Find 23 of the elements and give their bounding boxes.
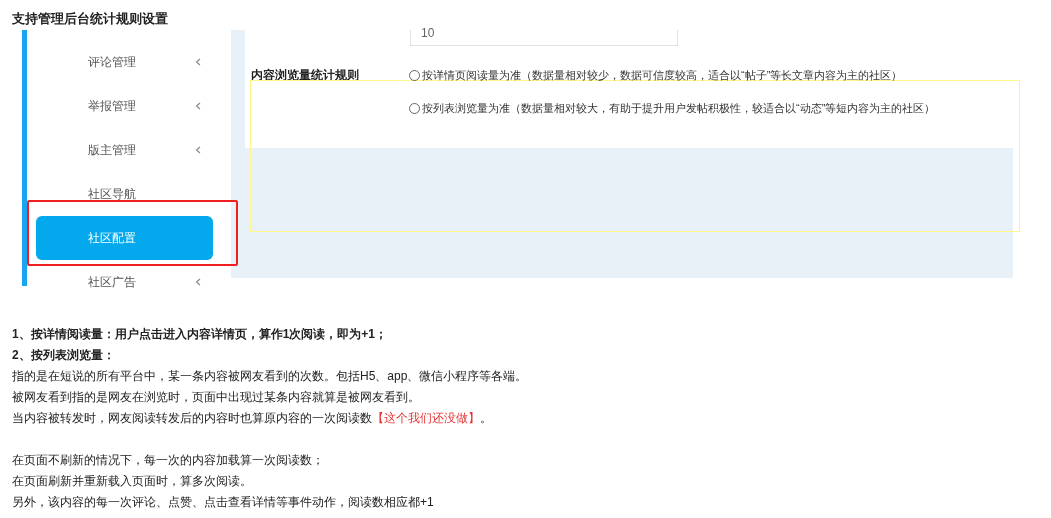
chevron-left-icon xyxy=(195,278,201,286)
note-line: 被网友看到指的是网友在浏览时，页面中出现过某条内容就算是被网友看到。 xyxy=(12,389,421,406)
note-line: 在页面刷新并重新载入页面时，算多次阅读。 xyxy=(12,473,253,490)
threshold-input[interactable]: 10 xyxy=(410,30,678,46)
radio-option[interactable]: 按列表浏览量为准（数据量相对较大，有助于提升用户发帖积极性，较适合以“动态”等短内容为主的社区） xyxy=(409,100,936,117)
chevron-left-icon xyxy=(195,58,201,66)
page-heading: 支持管理后台统计规则设置 xyxy=(11,10,169,28)
note-line: 指的是在短说的所有平台中，某一条内容被网友看到的次数。包括H5、app、微信小程序等各端。 xyxy=(12,368,529,385)
radio-button[interactable] xyxy=(409,102,420,114)
sidebar-item[interactable]: 社区广告 xyxy=(36,260,213,304)
chevron-left-icon xyxy=(195,146,201,154)
sidebar-item[interactable]: 举报管理 xyxy=(36,84,213,128)
sidebar-item[interactable]: 评论管理 xyxy=(36,40,213,84)
note-line: 另外，该内容的每一次评论、点赞、点击查看详情等事件动作，阅读数相应都+1 xyxy=(12,494,435,511)
sidebar-item[interactable]: 版主管理 xyxy=(36,128,213,172)
radio-option[interactable]: 按详情页阅读量为准（数据量相对较少，数据可信度较高，适合以“帖子”等长文章内容为主的社区） xyxy=(409,67,903,84)
sidebar-item[interactable]: 社区导航 xyxy=(36,172,213,216)
radio-button[interactable] xyxy=(409,69,420,81)
note-line: 在页面不刷新的情况下，每一次的内容加载算一次阅读数； xyxy=(12,452,325,469)
note-line: 1、按详情阅读量：用户点击进入内容详情页，算作1次阅读，即为+1； xyxy=(12,326,389,343)
note-line: 当内容被转发时，网友阅读转发后的内容时也算原内容的一次阅读数【这个我们还没做】。 xyxy=(12,410,493,427)
chevron-left-icon xyxy=(195,102,201,110)
note-line: 2、按列表浏览量： xyxy=(12,347,116,364)
